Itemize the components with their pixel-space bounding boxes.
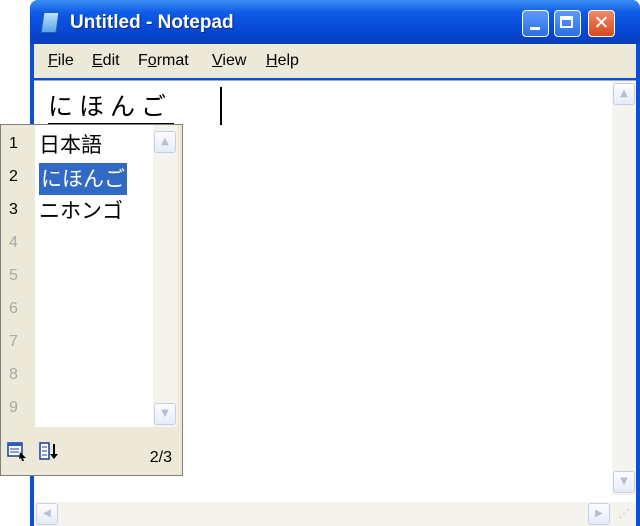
candidate-item[interactable]: ニホンゴ — [39, 195, 123, 227]
close-icon: ✕ — [593, 12, 610, 34]
menu-edit-accel: E — [92, 52, 103, 69]
candidate-number: 1 — [9, 135, 18, 152]
scroll-down-button[interactable]: ▼ — [613, 471, 635, 493]
candidate-list: 日本語 にほんご ニホンゴ — [35, 125, 153, 427]
horizontal-scrollbar[interactable]: ◀ ▶ — [34, 502, 612, 526]
minimize-button[interactable] — [522, 10, 549, 37]
minimize-icon — [530, 27, 540, 30]
menu-format[interactable]: Format — [138, 52, 189, 70]
candidate-item[interactable]: 日本語 — [39, 129, 102, 161]
menu-view[interactable]: View — [212, 52, 246, 70]
scroll-up-button[interactable]: ▲ — [613, 83, 635, 105]
menu-edit-label: dit — [102, 52, 120, 69]
candidate-number: 4 — [9, 234, 18, 251]
menu-format-label-pre: F — [138, 52, 148, 69]
menu-edit[interactable]: Edit — [92, 52, 120, 70]
menu-view-label: iew — [222, 52, 247, 69]
candidate-number: 2 — [9, 168, 18, 185]
window-title: Untitled - Notepad — [70, 12, 234, 33]
maximize-button[interactable] — [554, 10, 581, 37]
resize-grip-icon[interactable]: ⋰ — [612, 502, 636, 526]
scroll-left-button[interactable]: ◀ — [36, 503, 58, 525]
menu-file[interactable]: File — [48, 52, 74, 70]
scroll-right-button[interactable]: ▶ — [588, 503, 610, 525]
ime-candidate-window: 1 2 3 4 5 6 7 8 9 日本語 にほんご ニホンゴ ▲ ▼ 2/3 — [0, 124, 183, 476]
menu-bar: File Edit Format View Help — [34, 44, 636, 78]
menu-format-label: rmat — [156, 52, 189, 69]
notepad-icon — [40, 12, 60, 33]
candidate-page-indicator: 2/3 — [149, 449, 172, 466]
candidate-scroll-up-button[interactable]: ▲ — [154, 131, 176, 153]
menu-file-accel: F — [48, 52, 58, 69]
ime-composition-text: にほんご — [48, 87, 175, 125]
menu-format-accel: o — [147, 52, 157, 69]
sort-list-icon[interactable] — [39, 441, 59, 461]
menu-view-accel: V — [212, 52, 223, 69]
menu-help-label: elp — [277, 52, 299, 69]
candidate-window-icon[interactable] — [7, 441, 27, 461]
maximize-icon — [560, 16, 573, 28]
menu-help[interactable]: Help — [266, 52, 299, 70]
menu-help-accel: H — [266, 52, 278, 69]
candidate-item-selected[interactable]: にほんご — [39, 163, 127, 195]
close-button[interactable]: ✕ — [588, 10, 615, 37]
candidate-number: 9 — [9, 399, 18, 416]
candidate-footer: 2/3 — [1, 427, 182, 475]
candidate-number: 6 — [9, 300, 18, 317]
candidate-number: 3 — [9, 201, 18, 218]
candidate-number: 8 — [9, 366, 18, 383]
vertical-scrollbar[interactable]: ▲ ▼ — [612, 81, 636, 495]
candidate-scroll-down-button[interactable]: ▼ — [154, 403, 176, 425]
text-caret — [220, 87, 222, 125]
candidate-scrollbar[interactable]: ▲ ▼ — [153, 125, 177, 427]
candidate-number: 5 — [9, 267, 18, 284]
candidate-number: 7 — [9, 333, 18, 350]
menu-file-label: ile — [57, 52, 74, 69]
title-bar[interactable]: Untitled - Notepad ✕ — [30, 0, 640, 44]
